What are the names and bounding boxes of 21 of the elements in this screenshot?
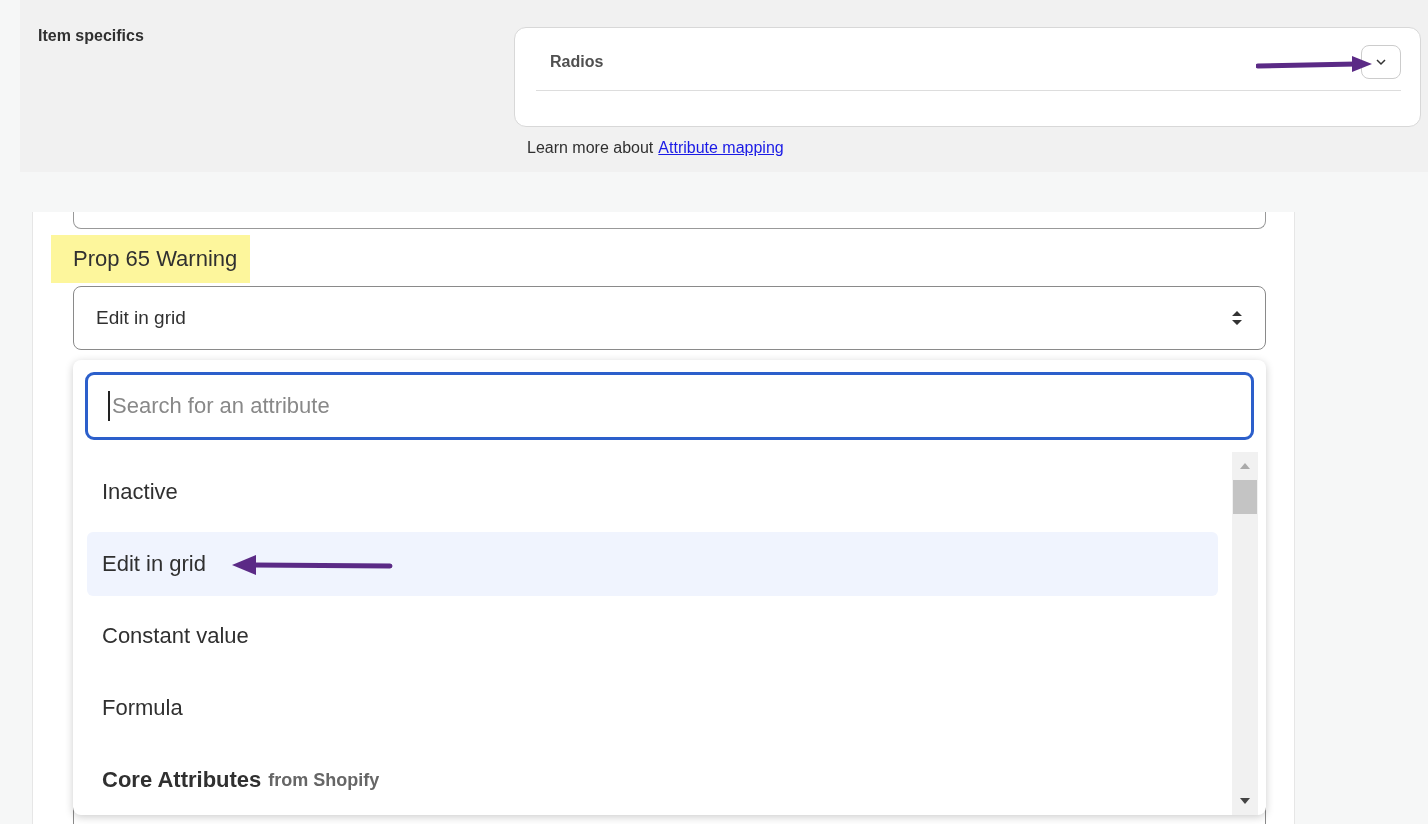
dropdown-option[interactable]: Edit in grid	[87, 532, 1218, 596]
group-heading: Core Attributes	[102, 767, 262, 793]
scroll-down-icon	[1239, 797, 1251, 805]
search-field[interactable]: Search for an attribute	[85, 372, 1254, 440]
section-label: Item specifics	[38, 27, 145, 46]
dropdown-option[interactable]: Formula	[87, 676, 1218, 740]
field-label: Prop 65 Warning	[51, 235, 251, 283]
dropdown-option[interactable]: Constant value	[87, 604, 1218, 668]
scrollbar[interactable]	[1232, 452, 1258, 815]
attribute-mapping-link[interactable]: Attribute mapping	[658, 139, 784, 157]
expand-button[interactable]	[1361, 45, 1401, 79]
up-down-caret-icon	[1231, 308, 1243, 328]
scrollbar-thumb[interactable]	[1233, 480, 1257, 514]
text-cursor-icon	[108, 391, 110, 421]
chevron-down-icon	[1375, 58, 1387, 66]
select-field[interactable]: Edit in grid	[73, 286, 1266, 350]
help-text: Learn more about	[527, 139, 654, 157]
group-source: from Shopify	[268, 769, 380, 791]
dropdown-option[interactable]: Inactive	[87, 460, 1218, 524]
scroll-up-icon	[1239, 462, 1251, 470]
select-value: Radios	[550, 53, 604, 71]
